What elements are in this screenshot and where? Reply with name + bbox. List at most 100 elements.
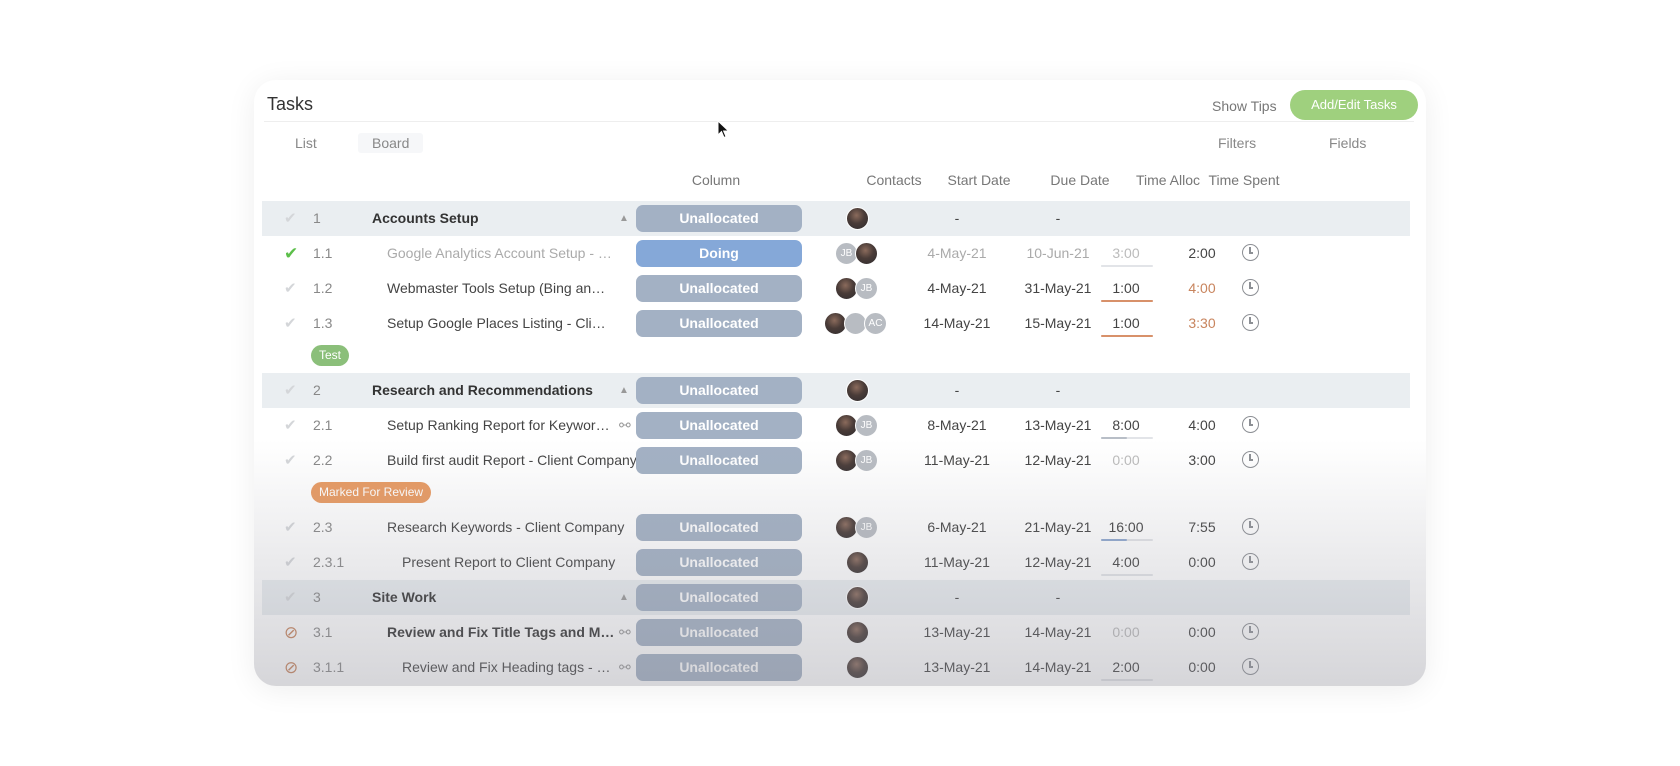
avatar[interactable]: JB [855, 414, 878, 437]
time-alloc[interactable]: 0:00 [1092, 443, 1160, 478]
task-row[interactable]: ✔ 1.2 Webmaster Tools Setup (Bing and Go… [262, 271, 1410, 306]
start-date: 8-May-21 [927, 417, 987, 433]
task-row[interactable]: ✔ 2.2 Build first audit Report - Client … [262, 443, 1410, 478]
tasks-panel: Tasks Show Tips Add/Edit Tasks List Boar… [254, 80, 1426, 686]
clock-icon[interactable] [1242, 518, 1259, 535]
tab-board[interactable]: Board [358, 133, 424, 153]
task-name[interactable]: Research Keywords - Client Company [387, 510, 627, 545]
caret-up-icon[interactable]: ▲ [619, 580, 629, 615]
task-name[interactable]: Google Analytics Account Setup - Client.… [387, 236, 612, 271]
caret-up-icon[interactable]: ▲ [619, 201, 629, 236]
tag-marked-for-review[interactable]: Marked For Review [311, 482, 432, 503]
task-name[interactable]: Build first audit Report - Client Compan… [387, 443, 637, 478]
avatar[interactable]: JB [855, 277, 878, 300]
checkmark-icon[interactable]: ✔ [284, 236, 298, 271]
clock-icon[interactable] [1242, 416, 1259, 433]
avatar[interactable] [846, 656, 869, 679]
time-alloc[interactable]: 0:00 [1092, 615, 1160, 650]
task-row[interactable]: ⊘ 3.1.1 Review and Fix Heading tags - Cl… [262, 650, 1410, 685]
clock-icon[interactable] [1242, 553, 1259, 570]
task-name[interactable]: Setup Ranking Report for Keywords... [387, 408, 615, 443]
column-status-button[interactable]: Unallocated [636, 447, 802, 474]
checkmark-icon[interactable]: ✔ [284, 201, 297, 236]
checkmark-icon[interactable]: ✔ [284, 443, 297, 478]
add-edit-tasks-button[interactable]: Add/Edit Tasks [1290, 90, 1418, 120]
column-status-button[interactable]: Unallocated [636, 514, 802, 541]
fields-button[interactable]: Fields [1329, 135, 1366, 151]
column-status-button[interactable]: Unallocated [636, 584, 802, 611]
task-row[interactable]: ✔ 2.3 Research Keywords - Client Company… [262, 510, 1410, 545]
caret-up-icon[interactable]: ▲ [619, 373, 629, 408]
show-tips-link[interactable]: Show Tips [1212, 98, 1277, 114]
avatar[interactable] [846, 621, 869, 644]
checkmark-icon[interactable]: ✔ [284, 580, 297, 615]
column-status-button[interactable]: Unallocated [636, 377, 802, 404]
checkmark-icon[interactable]: ✔ [284, 271, 297, 306]
task-name[interactable]: Research and Recommendations [372, 373, 612, 408]
due-date: - [1055, 589, 1061, 605]
task-row[interactable]: ✔ 1.3 Setup Google Places Listing - Clie… [262, 306, 1410, 341]
task-row[interactable]: ✔ 2.3.1 Present Report to Client Company… [262, 545, 1410, 580]
avatar[interactable] [846, 207, 869, 230]
link-icon[interactable]: ⚯ [619, 408, 631, 443]
task-group-row[interactable]: ✔ 1 Accounts Setup ▲ Unallocated - - [262, 201, 1410, 236]
column-status-button[interactable]: Doing [636, 240, 802, 267]
avatar[interactable] [855, 242, 878, 265]
task-name[interactable]: Webmaster Tools Setup (Bing and Goo... [387, 271, 612, 306]
checkmark-icon[interactable]: ✔ [284, 545, 297, 580]
column-header-column[interactable]: Column [666, 172, 766, 188]
blocked-icon[interactable]: ⊘ [284, 615, 298, 650]
checkmark-icon[interactable]: ✔ [284, 373, 297, 408]
filters-button[interactable]: Filters [1218, 135, 1256, 151]
link-icon[interactable]: ⚯ [619, 615, 631, 650]
column-status-button[interactable]: Unallocated [636, 310, 802, 337]
clock-icon[interactable] [1242, 623, 1259, 640]
clock-icon[interactable] [1242, 314, 1259, 331]
column-header-due-date[interactable]: Due Date [1030, 172, 1130, 188]
task-name[interactable]: Review and Fix Title Tags and Met... [387, 615, 615, 650]
clock-icon[interactable] [1242, 244, 1259, 261]
checkmark-icon[interactable]: ✔ [284, 408, 297, 443]
avatar[interactable] [846, 551, 869, 574]
column-status-button[interactable]: Unallocated [636, 619, 802, 646]
column-header-start-date[interactable]: Start Date [929, 172, 1029, 188]
column-status-button[interactable]: Unallocated [636, 654, 802, 681]
tab-list[interactable]: List [295, 135, 317, 151]
start-date: 13-May-21 [923, 624, 991, 640]
tag-test[interactable]: Test [311, 345, 350, 366]
clock-icon[interactable] [1242, 451, 1259, 468]
task-group-row[interactable]: ✔ 3 Site Work ▲ Unallocated - - [262, 580, 1410, 615]
column-status-button[interactable]: Unallocated [636, 549, 802, 576]
task-row[interactable]: ✔ 2.1 Setup Ranking Report for Keywords.… [262, 408, 1410, 443]
task-name[interactable]: Setup Google Places Listing - Client Co.… [387, 306, 612, 341]
task-row[interactable]: ✔ 1.1 Google Analytics Account Setup - C… [262, 236, 1410, 271]
task-name[interactable]: Accounts Setup [372, 201, 612, 236]
task-name[interactable]: Present Report to Client Company [402, 545, 632, 580]
avatar[interactable] [846, 586, 869, 609]
clock-icon[interactable] [1242, 279, 1259, 296]
column-status-button[interactable]: Unallocated [636, 275, 802, 302]
alloc-progress-fill [1101, 300, 1153, 302]
alloc-progress-bar [1101, 265, 1153, 267]
link-icon[interactable]: ⚯ [619, 650, 631, 685]
divider [264, 121, 1414, 122]
column-status-button[interactable]: Unallocated [636, 205, 802, 232]
avatar[interactable]: AC [864, 312, 887, 335]
column-status-button[interactable]: Unallocated [636, 412, 802, 439]
alloc-progress-bar [1101, 539, 1153, 541]
checkmark-icon[interactable]: ✔ [284, 510, 297, 545]
clock-icon[interactable] [1242, 658, 1259, 675]
task-group-row[interactable]: ✔ 2 Research and Recommendations ▲ Unall… [262, 373, 1410, 408]
task-row[interactable]: ⊘ 3.1 Review and Fix Title Tags and Met.… [262, 615, 1410, 650]
column-header-time-spent[interactable]: Time Spent [1194, 172, 1294, 188]
task-name[interactable]: Review and Fix Heading tags - Cli... [402, 650, 615, 685]
avatar[interactable]: JB [855, 516, 878, 539]
avatar[interactable]: JB [855, 449, 878, 472]
checkmark-icon[interactable]: ✔ [284, 306, 297, 341]
time-spent: 4:00 [1188, 417, 1216, 433]
blocked-icon[interactable]: ⊘ [284, 650, 298, 685]
avatar[interactable] [846, 379, 869, 402]
due-date: 21-May-21 [1024, 519, 1092, 535]
alloc-progress-fill [1101, 335, 1153, 337]
task-name[interactable]: Site Work [372, 580, 612, 615]
